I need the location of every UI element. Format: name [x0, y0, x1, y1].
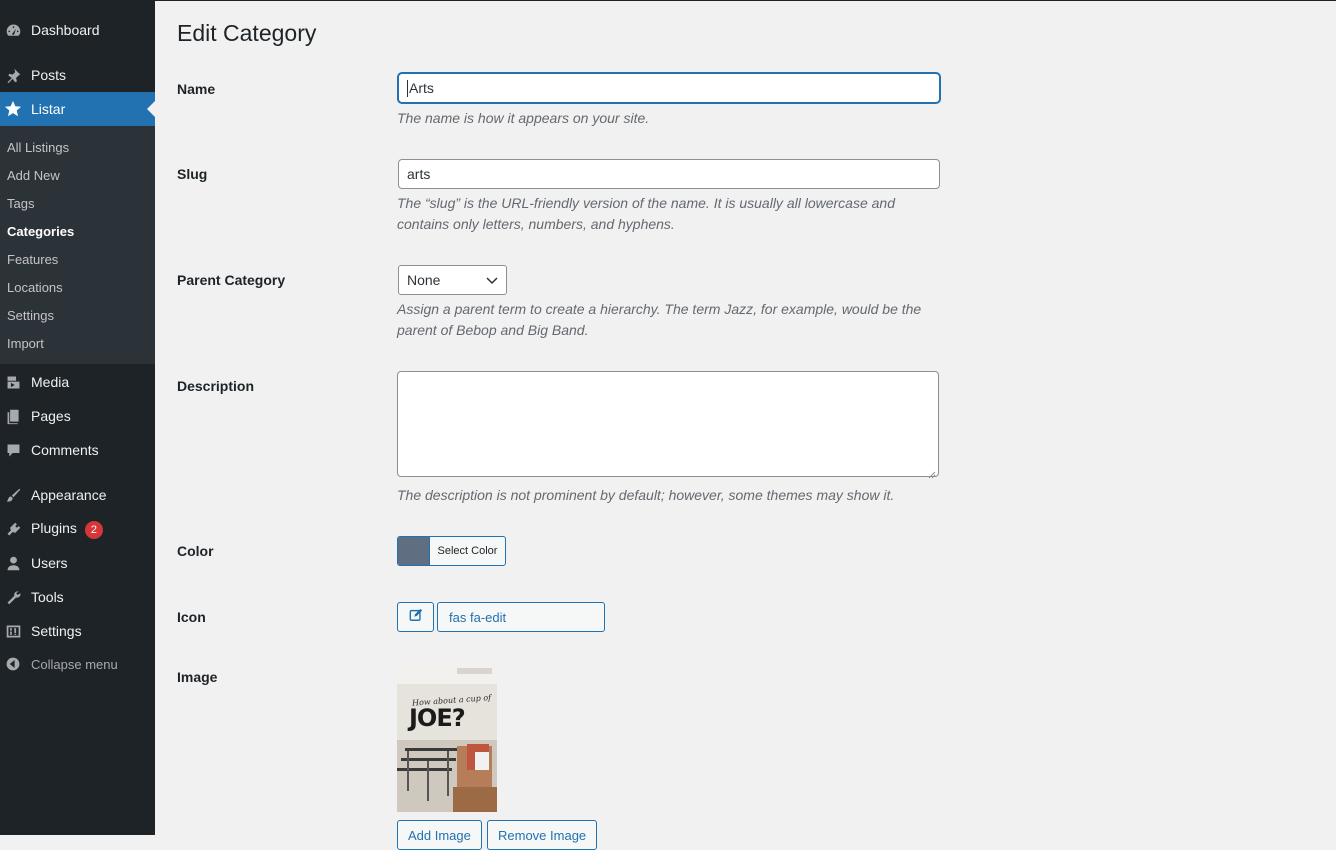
top-border: [0, 0, 1336, 1]
name-description: The name is how it appears on your site.: [397, 110, 650, 126]
color-swatch: [398, 537, 430, 565]
sidebar-item-label: Posts: [31, 67, 67, 83]
user-icon: [4, 554, 22, 572]
submenu-item-locations[interactable]: Locations: [7, 280, 63, 295]
sidebar-item-label: Media: [31, 374, 70, 390]
icon-label: Icon: [177, 609, 206, 625]
sidebar-item-label: Tools: [31, 589, 64, 605]
parent-category-label: Parent Category: [177, 272, 286, 288]
sidebar-item-label: Dashboard: [31, 22, 100, 38]
name-label: Name: [177, 81, 216, 97]
slug-label: Slug: [177, 166, 208, 182]
page-title: Edit Category: [177, 20, 317, 46]
comments-icon: [4, 441, 22, 459]
thumbnail-caption-large: JOE?: [409, 704, 466, 732]
submenu-item-import[interactable]: Import: [7, 336, 44, 351]
name-value: Arts: [409, 80, 434, 96]
select-color-button[interactable]: Select Color: [397, 536, 506, 566]
dashboard-icon: [4, 21, 22, 39]
sidebar-item-settings[interactable]: Settings: [0, 614, 155, 648]
collapse-menu-label: Collapse menu: [31, 656, 118, 672]
slug-value: arts: [407, 166, 431, 182]
submenu-item-features[interactable]: Features: [7, 252, 58, 267]
chevron-down-icon: [486, 272, 498, 288]
sidebar-item-label: Users: [31, 555, 68, 571]
sidebar-item-dashboard[interactable]: Dashboard: [0, 13, 155, 47]
parent-category-description: Assign a parent term to create a hierarc…: [397, 301, 922, 338]
icon-class-value: fas fa-edit: [449, 609, 507, 625]
edit-icon: [409, 608, 423, 627]
category-image-thumbnail: How about a cup of JOE?: [397, 662, 497, 812]
pin-icon: [4, 66, 22, 84]
sidebar-item-label: Pages: [31, 408, 71, 424]
sidebar-item-label: Comments: [31, 442, 99, 458]
pages-icon: [4, 407, 22, 425]
sidebar-item-plugins[interactable]: Plugins 2: [0, 512, 155, 546]
submenu-item-settings[interactable]: Settings: [7, 308, 54, 323]
sidebar-item-label: Appearance: [31, 487, 107, 503]
sidebar-item-label: Plugins 2: [31, 520, 103, 539]
brush-icon: [4, 486, 22, 504]
sidebar-item-users[interactable]: Users: [0, 546, 155, 580]
settings-icon: [4, 622, 22, 640]
admin-sidebar: Dashboard Posts Listar All Listings Add …: [0, 0, 155, 835]
collapse-menu-button[interactable]: Collapse menu: [0, 647, 155, 681]
sidebar-item-label: Listar: [31, 101, 66, 117]
media-icon: [4, 373, 22, 391]
sidebar-item-comments[interactable]: Comments: [0, 433, 155, 467]
submenu-item-add-new[interactable]: Add New: [7, 168, 60, 183]
submenu-item-categories[interactable]: Categories: [7, 224, 74, 239]
text-cursor: [407, 79, 408, 97]
submenu-item-tags[interactable]: Tags: [7, 196, 34, 211]
parent-category-value: None: [407, 272, 441, 288]
image-label: Image: [177, 669, 218, 685]
description-help: The description is not prominent by defa…: [397, 487, 895, 503]
sidebar-item-appearance[interactable]: Appearance: [0, 478, 155, 512]
sidebar-item-posts[interactable]: Posts: [0, 58, 155, 92]
submenu-item-all-listings[interactable]: All Listings: [7, 140, 69, 155]
description-textarea[interactable]: [397, 371, 939, 479]
star-icon: [4, 100, 22, 118]
sidebar-item-pages[interactable]: Pages: [0, 399, 155, 433]
sidebar-item-label: Settings: [31, 623, 82, 639]
listar-submenu: All Listings Add New Tags Categories Fea…: [0, 126, 155, 364]
sidebar-item-listar[interactable]: Listar: [0, 92, 155, 126]
icon-picker-button[interactable]: [397, 602, 434, 632]
sidebar-item-tools[interactable]: Tools: [0, 580, 155, 614]
resize-handle-icon[interactable]: [928, 466, 936, 479]
select-color-label: Select Color: [437, 545, 498, 557]
slug-input[interactable]: arts: [398, 159, 940, 189]
sidebar-item-media[interactable]: Media: [0, 365, 155, 399]
color-label: Color: [177, 543, 214, 559]
plugin-icon: [4, 520, 22, 538]
description-label: Description: [177, 378, 255, 394]
collapse-icon: [4, 655, 22, 673]
icon-class-input[interactable]: fas fa-edit: [437, 602, 605, 632]
slug-description: The “slug” is the URL-friendly version o…: [397, 195, 895, 232]
remove-image-button[interactable]: Remove Image: [487, 820, 598, 850]
name-input[interactable]: Arts: [398, 73, 940, 103]
parent-category-select[interactable]: None: [398, 265, 507, 295]
wrench-icon: [4, 588, 22, 606]
update-count-badge: 2: [84, 520, 103, 539]
add-image-button[interactable]: Add Image: [397, 820, 482, 850]
